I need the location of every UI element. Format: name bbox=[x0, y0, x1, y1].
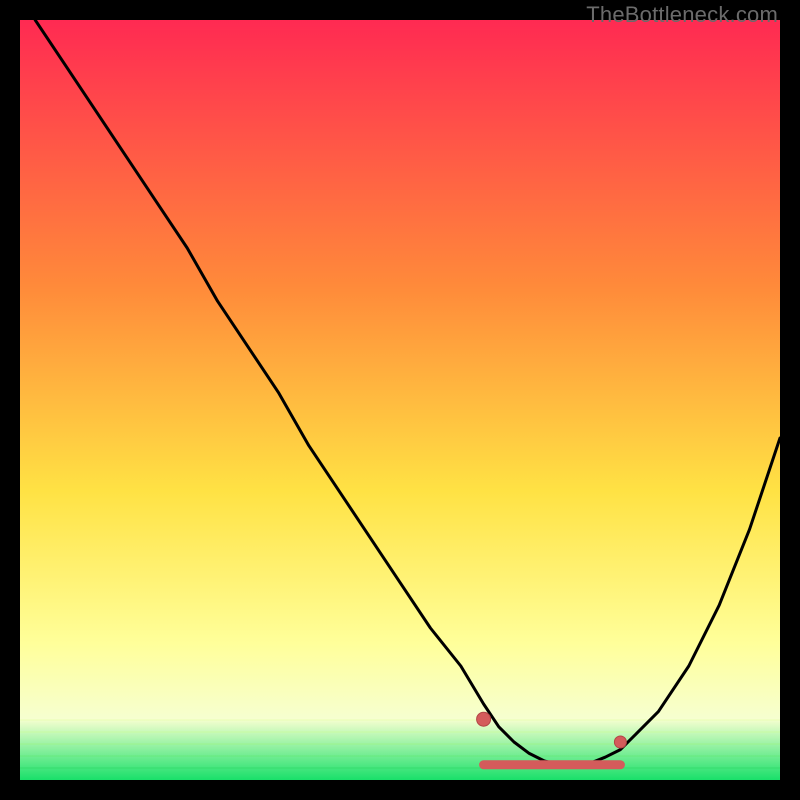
watermark-text: TheBottleneck.com bbox=[586, 2, 778, 28]
bottleneck-chart bbox=[20, 20, 780, 780]
chart-frame bbox=[20, 20, 780, 780]
gradient-background bbox=[20, 20, 780, 780]
flat-end-marker bbox=[614, 736, 626, 748]
flat-start-marker bbox=[477, 712, 491, 726]
